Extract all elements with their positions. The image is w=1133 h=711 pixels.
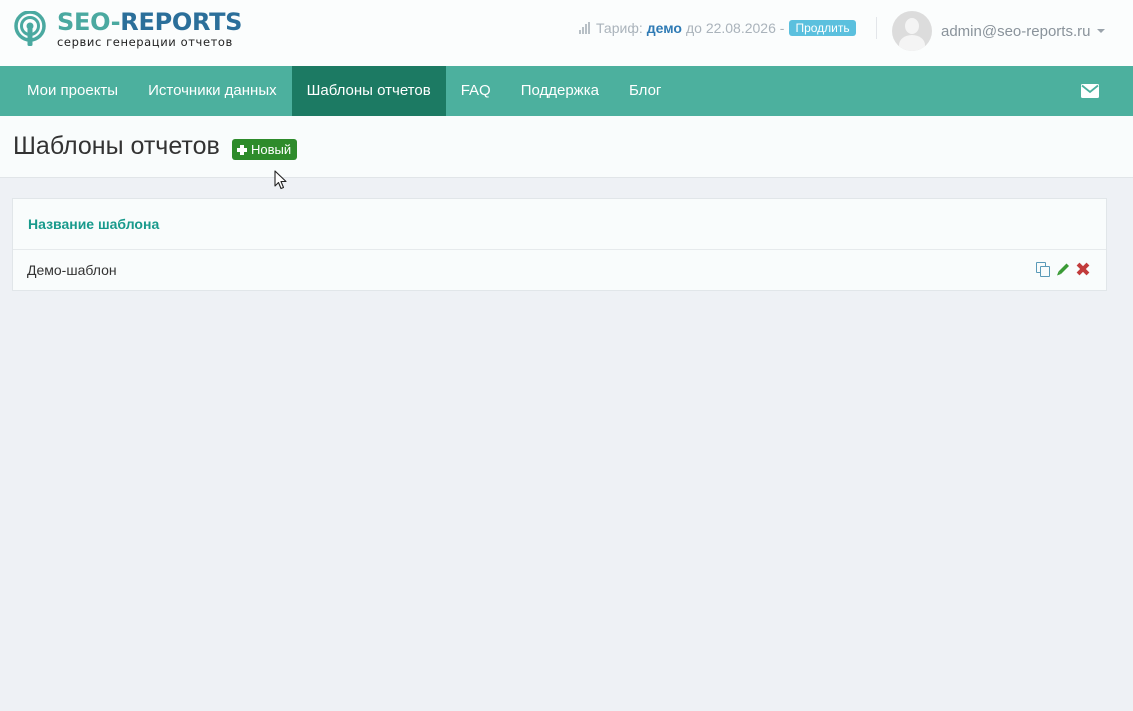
envelope-icon[interactable]	[1081, 84, 1099, 98]
top-header: SEO-REPORTS сервис генерации отчетов Тар…	[0, 0, 1133, 66]
column-header-template-name[interactable]: Название шаблона	[13, 199, 1106, 250]
plus-icon	[237, 144, 247, 155]
table-row: Демо-шаблон	[13, 250, 1106, 290]
new-template-button-label: Новый	[251, 142, 292, 157]
brand-title-part2: REPORTS	[120, 8, 243, 36]
mouse-cursor-icon	[274, 170, 287, 190]
brand-logo[interactable]: SEO-REPORTS сервис генерации отчетов	[13, 10, 242, 49]
tariff-label: Тариф:	[596, 20, 643, 36]
tariff-plan: демо	[646, 20, 682, 36]
caret-down-icon[interactable]	[1097, 29, 1106, 33]
edit-icon[interactable]	[1056, 262, 1070, 277]
tariff-info: Тариф: демо до 22.08.2026 - Продлить	[579, 20, 856, 36]
delete-icon[interactable]	[1076, 262, 1090, 277]
user-menu[interactable]: admin@seo-reports.ru	[892, 11, 1106, 51]
signal-icon	[579, 22, 593, 34]
brand-title-part1: SEO-	[57, 8, 121, 36]
header-divider	[876, 17, 877, 39]
avatar[interactable]	[892, 11, 932, 51]
renew-button[interactable]: Продлить	[789, 20, 856, 36]
tariff-until-label: до	[685, 20, 702, 36]
nav-item-report-templates[interactable]: Шаблоны отчетов	[291, 66, 446, 116]
copy-icon[interactable]	[1036, 262, 1050, 277]
nav-item-faq[interactable]: FAQ	[446, 66, 506, 116]
row-actions	[1036, 262, 1090, 277]
page-title: Шаблоны отчетов	[13, 132, 220, 160]
nav-item-data-sources[interactable]: Источники данных	[133, 66, 292, 116]
user-email[interactable]: admin@seo-reports.ru	[941, 23, 1090, 40]
nav-item-blog[interactable]: Блог	[614, 66, 676, 116]
template-name[interactable]: Демо-шаблон	[27, 262, 117, 278]
brand-title: SEO-REPORTS	[57, 10, 242, 34]
nav-item-support[interactable]: Поддержка	[506, 66, 614, 116]
new-template-button[interactable]: Новый	[232, 139, 298, 160]
brand-subtitle: сервис генерации отчетов	[57, 35, 233, 49]
tariff-date: 22.08.2026 -	[705, 20, 785, 36]
main-nav: Мои проекты Источники данных Шаблоны отч…	[0, 66, 1133, 116]
nav-item-projects[interactable]: Мои проекты	[0, 66, 133, 116]
templates-table: Название шаблона Демо-шаблон	[12, 198, 1107, 291]
page-header: Шаблоны отчетов Новый	[0, 116, 1133, 178]
logo-signal-icon	[14, 11, 46, 47]
